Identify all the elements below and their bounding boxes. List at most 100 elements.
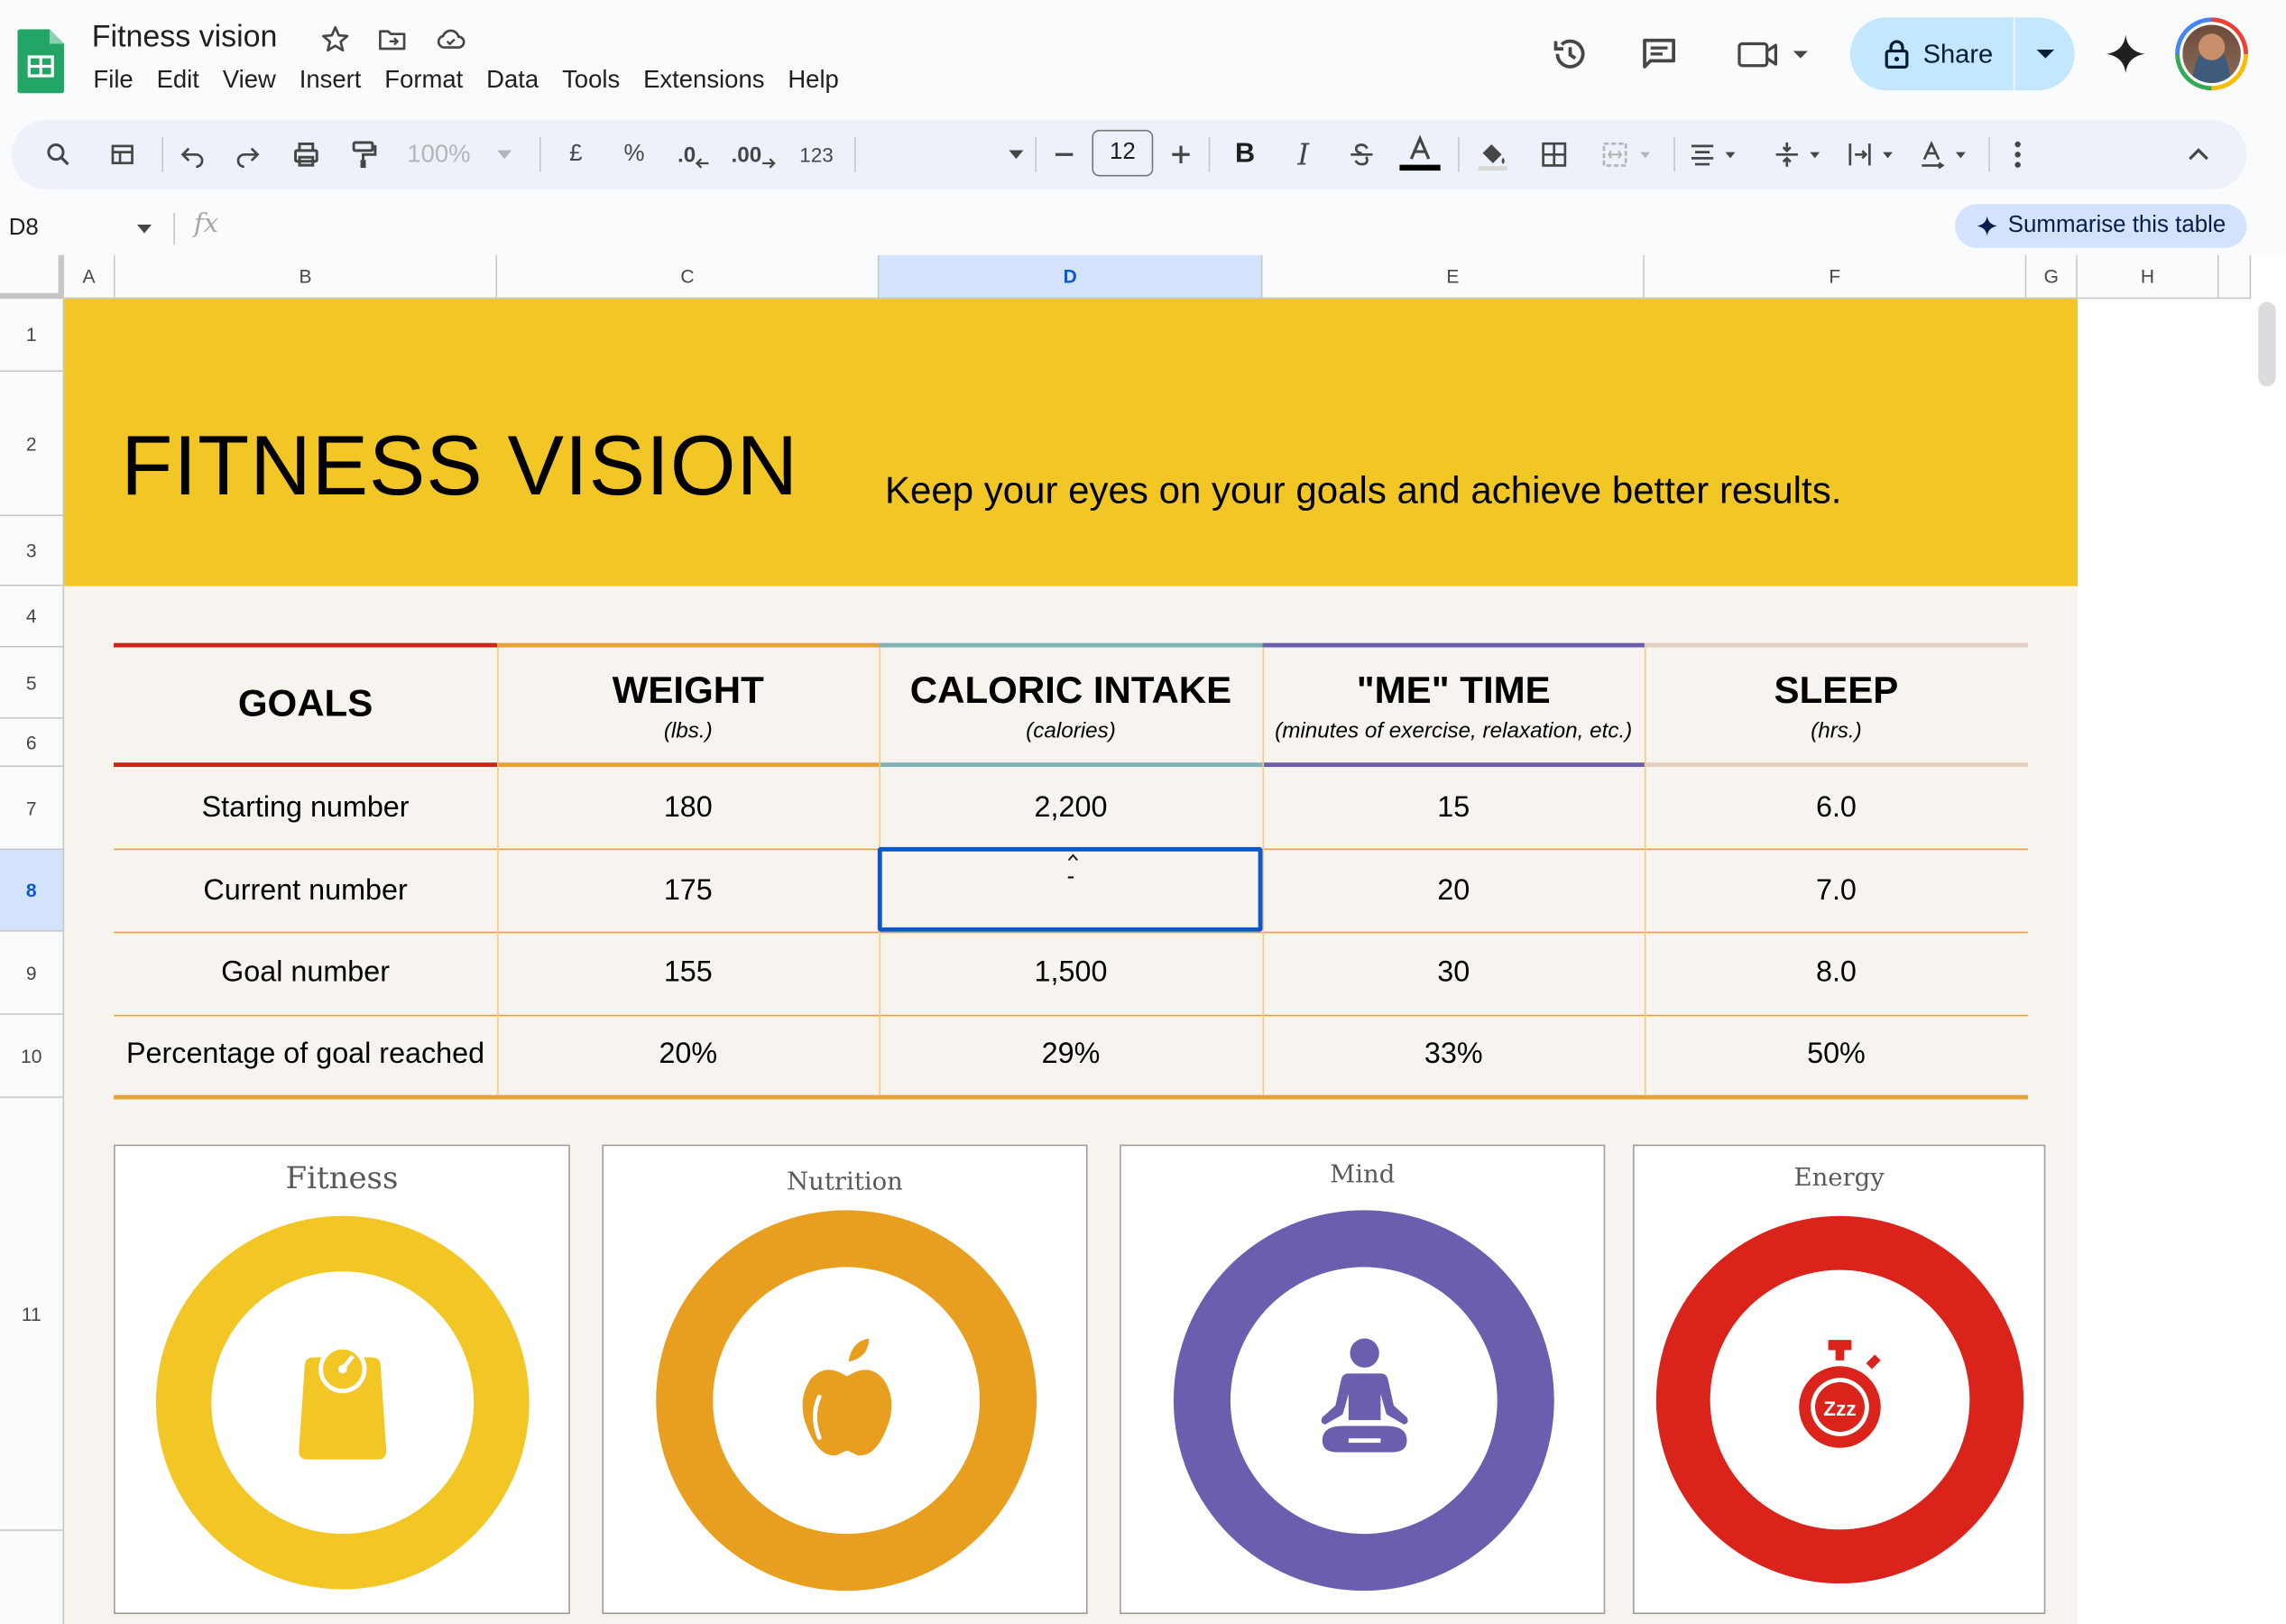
menu-file[interactable]: File	[81, 64, 144, 97]
column-header-d[interactable]: D	[879, 254, 1263, 300]
more-options-icon[interactable]	[1997, 120, 2038, 190]
cell-e8[interactable]: 20	[1263, 850, 1645, 933]
cell-f10[interactable]: 50%	[1645, 1013, 2028, 1096]
share-main[interactable]: Share	[1850, 17, 2014, 90]
column-header-g[interactable]: G	[2026, 254, 2078, 300]
cell-e10[interactable]: 33%	[1263, 1013, 1645, 1096]
cell-f9[interactable]: 8.0	[1645, 932, 2028, 1015]
cell-f8[interactable]: 7.0	[1645, 850, 2028, 933]
cell-f7[interactable]: 6.0	[1645, 767, 2028, 850]
row-header-11[interactable]: 11	[0, 1097, 65, 1531]
star-icon[interactable]	[318, 22, 353, 57]
menu-format[interactable]: Format	[373, 64, 475, 97]
summarise-table-button[interactable]: Summarise this table	[1955, 204, 2247, 248]
move-to-folder-icon[interactable]	[374, 22, 410, 57]
menu-help[interactable]: Help	[776, 64, 850, 97]
cell-e9[interactable]: 30	[1263, 932, 1645, 1015]
insert-table-icon[interactable]	[102, 120, 143, 190]
redo-icon[interactable]	[227, 120, 268, 190]
search-menus-icon[interactable]	[38, 120, 78, 190]
meet-icon[interactable]	[1732, 24, 1813, 83]
select-all-corner[interactable]	[0, 254, 65, 300]
share-options-dropdown[interactable]	[2014, 17, 2074, 90]
text-wrapping-icon[interactable]	[1839, 120, 1903, 190]
cell-c10[interactable]: 20%	[497, 1013, 879, 1096]
column-header-h[interactable]: H	[2077, 254, 2219, 300]
borders-icon[interactable]	[1534, 120, 1574, 190]
column-header-c[interactable]: C	[497, 254, 880, 300]
cloud-saved-icon[interactable]	[433, 22, 468, 57]
version-history-icon[interactable]	[1541, 24, 1599, 83]
text-rotation-icon[interactable]	[1913, 120, 1977, 190]
cell-c7[interactable]: 180	[497, 767, 879, 850]
mind-card[interactable]: Mind	[1120, 1144, 1606, 1614]
more-formats-button[interactable]: 123	[784, 120, 848, 190]
document-title[interactable]: Fitness vision	[92, 21, 278, 56]
header-caloric-intake[interactable]: CALORIC INTAKE (calories)	[879, 643, 1262, 769]
menu-data[interactable]: Data	[475, 64, 550, 97]
column-header-b[interactable]: B	[115, 254, 498, 300]
gemini-icon[interactable]	[2097, 24, 2155, 83]
format-percent-button[interactable]: %	[613, 120, 654, 190]
row-header-7[interactable]: 7	[0, 767, 65, 851]
font-size-input[interactable]: 12	[1092, 129, 1154, 177]
cell-d9[interactable]: 1,500	[879, 932, 1262, 1015]
menu-edit[interactable]: Edit	[145, 64, 211, 97]
row-header-9[interactable]: 9	[0, 931, 65, 1015]
scrollbar-thumb[interactable]	[2258, 301, 2276, 387]
header-me-time[interactable]: "ME" TIME (minutes of exercise, relaxati…	[1263, 643, 1645, 769]
row-header-2[interactable]: 2	[0, 372, 65, 517]
header-weight[interactable]: WEIGHT (lbs.)	[497, 643, 879, 769]
format-currency-button[interactable]: £	[556, 120, 596, 190]
increase-decimal-button[interactable]: .00	[729, 120, 779, 190]
sheets-logo-icon[interactable]	[17, 29, 65, 94]
account-avatar[interactable]	[2175, 17, 2248, 91]
italic-icon[interactable]: I	[1283, 120, 1323, 190]
vertical-align-icon[interactable]	[1767, 120, 1831, 190]
cell-d10[interactable]: 29%	[879, 1013, 1262, 1096]
fitness-card[interactable]: Fitness	[114, 1144, 570, 1614]
row-header-3[interactable]: 3	[0, 516, 65, 586]
cell-b8[interactable]: Current number	[114, 850, 497, 933]
column-header-f[interactable]: F	[1644, 254, 2027, 300]
fill-color-icon[interactable]	[1472, 120, 1513, 190]
comments-icon[interactable]	[1630, 24, 1689, 83]
menu-insert[interactable]: Insert	[288, 64, 373, 97]
cell-c9[interactable]: 155	[497, 932, 879, 1015]
decrease-decimal-button[interactable]: .0	[670, 120, 717, 190]
horizontal-align-icon[interactable]	[1682, 120, 1747, 190]
bold-icon[interactable]: B	[1224, 120, 1265, 190]
text-color-icon[interactable]	[1396, 120, 1443, 190]
menu-tools[interactable]: Tools	[550, 64, 631, 97]
increase-font-size-icon[interactable]	[1164, 120, 1199, 190]
cell-b9[interactable]: Goal number	[114, 932, 497, 1015]
font-family-select[interactable]	[863, 120, 1024, 190]
decrease-font-size-icon[interactable]	[1046, 120, 1082, 190]
row-header-5[interactable]: 5	[0, 647, 65, 719]
cell-d7[interactable]: 2,200	[879, 767, 1262, 850]
print-icon[interactable]	[286, 120, 327, 190]
row-header-4[interactable]: 4	[0, 586, 65, 648]
name-box[interactable]: D8	[9, 211, 155, 246]
menu-view[interactable]: View	[211, 64, 288, 97]
cell-c8[interactable]: 175	[497, 850, 879, 933]
row-header-6[interactable]: 6	[0, 718, 65, 768]
strikethrough-icon[interactable]	[1341, 120, 1382, 190]
column-header-a[interactable]: A	[64, 254, 115, 300]
share-button[interactable]: Share	[1849, 17, 2075, 91]
merge-cells-icon[interactable]	[1592, 120, 1663, 190]
paint-format-icon[interactable]	[344, 120, 384, 190]
cell-e7[interactable]: 15	[1263, 767, 1645, 850]
row-header-1[interactable]: 1	[0, 299, 65, 373]
hide-menus-icon[interactable]	[2178, 120, 2218, 190]
undo-icon[interactable]	[172, 120, 213, 190]
cell-b7[interactable]: Starting number	[114, 767, 497, 850]
nutrition-card[interactable]: Nutrition	[602, 1144, 1088, 1614]
energy-card[interactable]: Energy Zzz	[1632, 1144, 2046, 1614]
column-header-e[interactable]: E	[1262, 254, 1645, 300]
header-goals[interactable]: GOALS	[114, 643, 497, 769]
header-sleep[interactable]: SLEEP (hrs.)	[1645, 643, 2028, 769]
vertical-scrollbar[interactable]	[2251, 299, 2286, 1624]
zoom-select[interactable]: 100%	[397, 120, 522, 190]
menu-extensions[interactable]: Extensions	[631, 64, 776, 97]
